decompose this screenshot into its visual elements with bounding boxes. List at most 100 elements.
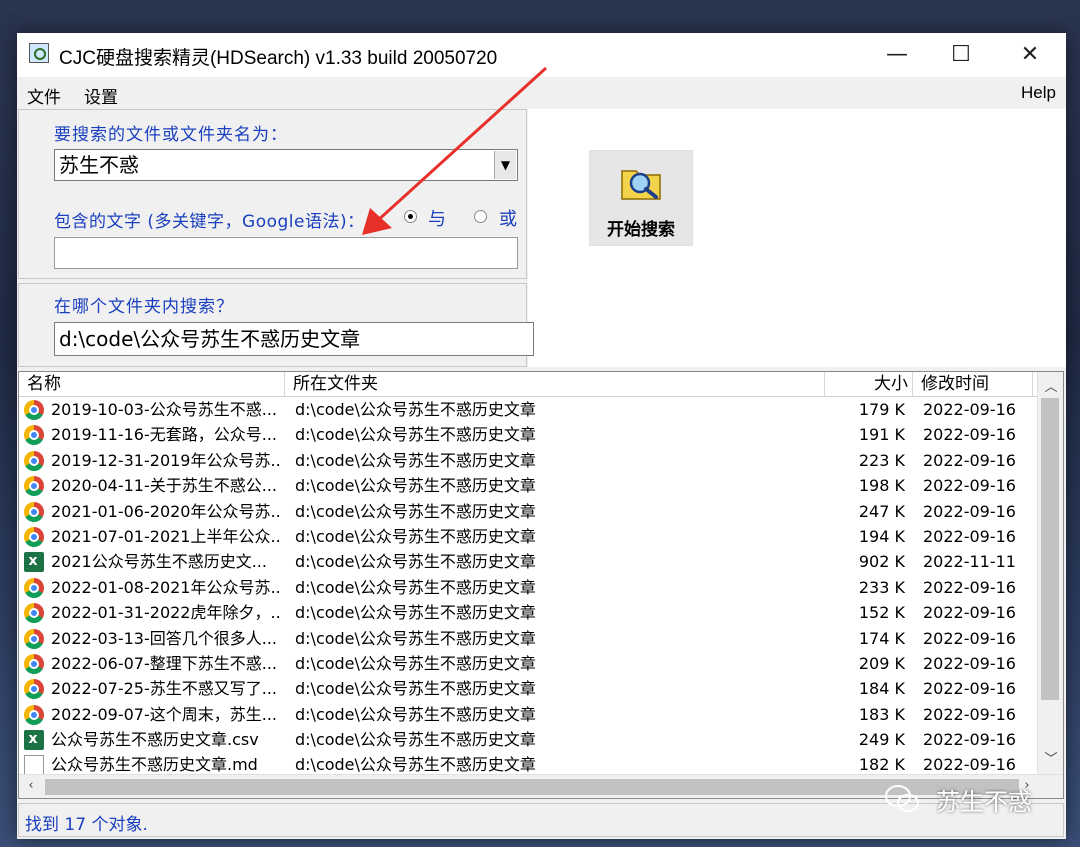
menu-help[interactable]: Help [1021, 83, 1056, 103]
table-row[interactable]: 2022-06-07-整理下苏生不惑... d:\code\公众号苏生不惑历史文章… [19, 651, 1038, 676]
window-title: CJC硬盘搜索精灵(HDSearch) v1.33 build 20050720 [59, 48, 498, 69]
folder-cell: d:\code\公众号苏生不惑历史文章 [295, 704, 536, 724]
start-search-button[interactable]: 开始搜索 [589, 150, 693, 246]
table-row[interactable]: 2022-01-31-2022虎年除夕，... d:\code\公众号苏生不惑历史… [19, 600, 1038, 625]
contains-text-label: 包含的文字 (多关键字，Google语法)： [54, 212, 365, 232]
table-row[interactable]: 2022-01-08-2021年公众号苏... d:\code\公众号苏生不惑历史… [19, 575, 1038, 600]
folder-cell: d:\code\公众号苏生不惑历史文章 [295, 552, 536, 572]
status-text: 找到 17 个对象. [25, 815, 148, 835]
file-name-cell: 2021公众号苏生不惑历史文... [51, 552, 267, 572]
maximize-button[interactable]: ☐ [930, 33, 992, 77]
modified-cell: 2022-09-16 [923, 577, 1016, 597]
chrome-icon [24, 653, 44, 674]
size-cell: 233 K [858, 577, 905, 597]
folder-cell: d:\code\公众号苏生不惑历史文章 [295, 501, 536, 521]
radio-and[interactable] [404, 210, 417, 223]
menu-bar: 文件 设置 Help [17, 77, 1066, 109]
excel-icon [24, 552, 44, 573]
radio-or-label: 或 [499, 209, 517, 230]
folder-input[interactable]: d:\code\公众号苏生不惑历史文章 [54, 322, 534, 356]
close-button[interactable]: ✕ [999, 33, 1061, 77]
modified-cell: 2022-09-16 [923, 628, 1016, 648]
modified-cell: 2022-09-16 [923, 450, 1016, 470]
radio-or[interactable] [474, 210, 487, 223]
table-row[interactable]: 2019-12-31-2019年公众号苏... d:\code\公众号苏生不惑历史… [19, 448, 1038, 473]
folder-cell: d:\code\公众号苏生不惑历史文章 [295, 679, 536, 699]
column-name[interactable]: 名称 [19, 372, 285, 396]
search-criteria-panel: 要搜索的文件或文件夹名为： 苏生不惑 ▼ 包含的文字 (多关键字，Google语… [18, 109, 527, 279]
start-search-label: 开始搜索 [607, 220, 675, 240]
scroll-left-icon[interactable]: ‹ [19, 778, 43, 793]
watermark-text: 苏生不惑 [936, 788, 1032, 816]
table-row[interactable]: 2019-11-16-无套路，公众号... d:\code\公众号苏生不惑历史文章… [19, 422, 1038, 447]
horizontal-scroll-thumb[interactable] [45, 779, 1019, 795]
filename-value: 苏生不惑 [59, 153, 139, 177]
vertical-scroll-thumb[interactable] [1041, 398, 1059, 700]
table-row[interactable]: 2021-07-01-2021上半年公众... d:\code\公众号苏生不惑历史… [19, 524, 1038, 549]
minimize-button[interactable]: — [866, 33, 928, 77]
excel-icon [24, 730, 44, 751]
table-row[interactable]: 2022-03-13-回答几个很多人... d:\code\公众号苏生不惑历史文章… [19, 626, 1038, 651]
chevron-down-icon[interactable]: ▼ [494, 151, 516, 179]
file-name-cell: 2022-06-07-整理下苏生不惑... [51, 653, 278, 673]
wechat-icon [885, 785, 919, 812]
filename-combobox[interactable]: 苏生不惑 ▼ [54, 149, 518, 181]
size-cell: 223 K [858, 450, 905, 470]
chrome-icon [24, 577, 44, 598]
chrome-icon [24, 450, 44, 471]
scroll-down-icon[interactable]: ﹀ [1038, 748, 1063, 767]
size-cell: 902 K [858, 552, 905, 572]
contains-text-input[interactable] [54, 237, 518, 269]
results-list: 名称 所在文件夹 大小 修改时间 2019-10-03-公众号苏生不惑... d:… [18, 371, 1064, 799]
table-row[interactable]: 2020-04-11-关于苏生不惑公... d:\code\公众号苏生不惑历史文章… [19, 473, 1038, 498]
radio-and-label: 与 [428, 209, 446, 230]
folder-label: 在哪个文件夹内搜索？ [54, 297, 234, 317]
chrome-icon [24, 476, 44, 497]
folder-cell: d:\code\公众号苏生不惑历史文章 [295, 425, 536, 445]
folder-search-icon [621, 170, 661, 200]
modified-cell: 2022-09-16 [923, 476, 1016, 496]
file-name-cell: 2019-12-31-2019年公众号苏... [51, 450, 279, 470]
table-row[interactable]: 2022-09-07-这个周末，苏生... d:\code\公众号苏生不惑历史文章… [19, 702, 1038, 727]
modified-cell: 2022-09-16 [923, 730, 1016, 750]
size-cell: 209 K [858, 653, 905, 673]
file-name-cell: 2022-01-08-2021年公众号苏... [51, 577, 279, 597]
doc-icon [24, 755, 44, 776]
app-window: CJC硬盘搜索精灵(HDSearch) v1.33 build 20050720… [17, 33, 1066, 839]
file-name-cell: 2022-03-13-回答几个很多人... [51, 628, 278, 648]
column-folder[interactable]: 所在文件夹 [285, 372, 825, 396]
table-row[interactable]: 2019-10-03-公众号苏生不惑... d:\code\公众号苏生不惑历史文章… [19, 397, 1038, 422]
file-name-cell: 2021-07-01-2021上半年公众... [51, 526, 279, 546]
title-bar[interactable]: CJC硬盘搜索精灵(HDSearch) v1.33 build 20050720… [17, 33, 1066, 77]
file-name-cell: 2022-09-07-这个周末，苏生... [51, 704, 278, 724]
size-cell: 174 K [858, 628, 905, 648]
modified-cell: 2022-09-16 [923, 679, 1016, 699]
column-modified[interactable]: 修改时间 [913, 372, 1033, 396]
folder-cell: d:\code\公众号苏生不惑历史文章 [295, 450, 536, 470]
size-cell: 152 K [858, 603, 905, 623]
scroll-up-icon[interactable]: ︿ [1038, 376, 1063, 395]
table-row[interactable]: 2021公众号苏生不惑历史文... d:\code\公众号苏生不惑历史文章 902 … [19, 549, 1038, 574]
table-row[interactable]: 2022-07-25-苏生不惑又写了... d:\code\公众号苏生不惑历史文章… [19, 676, 1038, 701]
folder-cell: d:\code\公众号苏生不惑历史文章 [295, 577, 536, 597]
file-name-cell: 2019-11-16-无套路，公众号... [51, 425, 278, 445]
modified-cell: 2022-09-16 [923, 704, 1016, 724]
list-header: 名称 所在文件夹 大小 修改时间 [19, 372, 1038, 397]
menu-settings[interactable]: 设置 [84, 83, 118, 108]
file-name-cell: 公众号苏生不惑历史文章.csv [51, 730, 259, 750]
app-icon [29, 43, 49, 63]
table-row[interactable]: 2021-01-06-2020年公众号苏... d:\code\公众号苏生不惑历史… [19, 499, 1038, 524]
size-cell: 198 K [858, 476, 905, 496]
size-cell: 191 K [858, 425, 905, 445]
watermark: 苏生不惑 [884, 780, 1054, 820]
column-size[interactable]: 大小 [825, 372, 913, 396]
file-name-cell: 2021-01-06-2020年公众号苏... [51, 501, 279, 521]
file-name-cell: 2022-01-31-2022虎年除夕，... [51, 603, 279, 623]
file-name-cell: 2022-07-25-苏生不惑又写了... [51, 679, 278, 699]
menu-file[interactable]: 文件 [27, 83, 61, 108]
modified-cell: 2022-09-16 [923, 400, 1016, 419]
vertical-scrollbar[interactable]: ︿ ﹀ [1037, 372, 1063, 774]
table-row[interactable]: 公众号苏生不惑历史文章.csv d:\code\公众号苏生不惑历史文章 249 K 2… [19, 727, 1038, 752]
modified-cell: 2022-09-16 [923, 425, 1016, 445]
size-cell: 247 K [858, 501, 905, 521]
